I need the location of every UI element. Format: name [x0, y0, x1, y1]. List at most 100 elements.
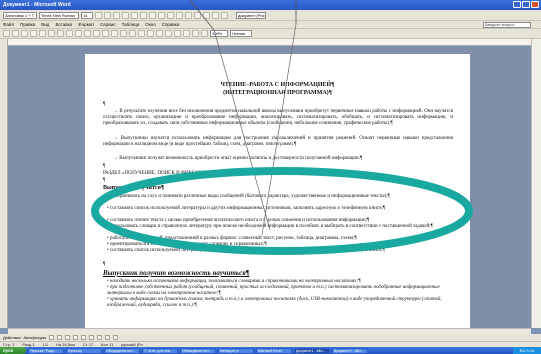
document-page[interactable]: ЧТЕНИЕ–РАБОТА С ИНФОРМАЦИЕЙ¶ (ИНТЕГРАЦИО… — [85, 54, 470, 328]
columns-icon[interactable] — [174, 30, 181, 37]
numbering-icon[interactable] — [167, 11, 174, 19]
align-center-icon[interactable] — [131, 11, 138, 19]
standard-toolbar: 100% Чтение — [0, 29, 541, 39]
taskbar-button[interactable]: Документ2 - Micr... — [332, 347, 368, 354]
title-bar: Документ1 - Microsoft Word — [0, 0, 541, 10]
taskbar-button[interactable]: Т. Чтен. для сов... — [142, 347, 178, 354]
style-combo[interactable]: Заголовок 1 + Т — [3, 11, 37, 19]
window-controls — [513, 1, 539, 8]
line-spacing-icon[interactable] — [158, 11, 165, 19]
taskbar-button[interactable]: Документ1 - Micr... — [294, 347, 330, 354]
highlight-icon[interactable] — [212, 11, 219, 19]
oval-icon[interactable] — [73, 335, 79, 340]
spelling-icon[interactable] — [66, 30, 73, 37]
font-color-icon[interactable] — [221, 11, 228, 19]
menu-help[interactable]: Справка — [162, 22, 180, 27]
menu-table[interactable]: Таблица — [122, 22, 140, 27]
hyperlink-icon[interactable] — [138, 30, 145, 37]
underline-icon[interactable] — [113, 11, 120, 19]
indent-icon[interactable] — [194, 11, 201, 19]
paste-icon[interactable] — [102, 30, 109, 37]
taskbar-button[interactable]: Метод-ие р... — [218, 347, 254, 354]
document-map-icon[interactable] — [192, 30, 199, 37]
permission-icon[interactable] — [30, 30, 37, 37]
save-icon[interactable] — [21, 30, 28, 37]
undo-icon[interactable] — [120, 30, 127, 37]
start-button[interactable]: пуск — [0, 347, 26, 354]
learn-header: Выпускник научится¶ — [103, 185, 165, 191]
list-item: • воспринимать на слух и понимать различ… — [107, 194, 390, 199]
line-color-icon[interactable] — [105, 335, 111, 340]
outdent-icon[interactable] — [185, 11, 192, 19]
font-combo[interactable]: Times New Roman — [39, 11, 79, 19]
font-color-icon[interactable] — [113, 335, 119, 340]
menu-file[interactable]: Файл — [3, 22, 14, 27]
textbox-icon[interactable] — [81, 335, 87, 340]
drawing-icon[interactable] — [183, 30, 190, 37]
vertical-scrollbar[interactable] — [531, 39, 541, 328]
bullets-icon[interactable] — [176, 11, 183, 19]
menu-edit[interactable]: Правка — [20, 22, 35, 27]
maximize-button[interactable] — [522, 1, 530, 8]
print-preview-icon[interactable] — [57, 30, 64, 37]
borders-icon[interactable] — [203, 11, 210, 19]
align-right-icon[interactable] — [140, 11, 147, 19]
line-icon[interactable] — [49, 335, 55, 340]
taskbar-button[interactable]: Обсуждение инт... — [104, 347, 140, 354]
draw-actions-menu[interactable]: Действия — [3, 335, 21, 340]
new-icon[interactable] — [3, 30, 10, 37]
email-icon[interactable] — [39, 30, 46, 37]
taskbar-button[interactable]: Пульсар "Ради... — [28, 347, 64, 354]
tables-borders-icon[interactable] — [147, 30, 154, 37]
close-button[interactable] — [531, 1, 539, 8]
taskbar-button[interactable]: Пульсар — [66, 347, 102, 354]
research-icon[interactable] — [75, 30, 82, 37]
insert-table-icon[interactable] — [156, 30, 163, 37]
formatting-toolbar: Заголовок 1 + Т Times New Roman 14 докум… — [0, 10, 541, 21]
document-map-combo[interactable]: документ (Рисо... — [236, 11, 266, 19]
align-left-icon[interactable] — [122, 11, 129, 19]
pilcrow: ¶ — [103, 262, 106, 267]
taskbar: пуск Пульсар "Ради... Пульсар Обсуждение… — [0, 347, 541, 354]
minimize-button[interactable] — [513, 1, 521, 8]
intro-paragraph: → В результате изучения всех без исключе… — [103, 109, 453, 127]
copy-icon[interactable] — [93, 30, 100, 37]
show-hide-icon[interactable] — [201, 30, 208, 37]
list-item: • использовать словари и справочную лите… — [107, 224, 433, 229]
rectangle-icon[interactable] — [65, 335, 71, 340]
arrow-icon[interactable] — [57, 335, 63, 340]
menu-view[interactable]: Вид — [41, 22, 49, 27]
pilcrow: ¶ — [103, 178, 106, 183]
menu-insert[interactable]: Вставка — [55, 22, 72, 27]
taskbar-button[interactable]: Обсуждение инт... — [180, 347, 216, 354]
menu-window[interactable]: Окно — [145, 22, 155, 27]
menu-format[interactable]: Формат — [78, 22, 94, 27]
document-area: ЧТЕНИЕ–РАБОТА С ИНФОРМАЦИЕЙ¶ (ИНТЕГРАЦИО… — [8, 46, 531, 328]
zoom-combo[interactable]: 100% — [210, 30, 228, 37]
insert-excel-icon[interactable] — [165, 30, 172, 37]
menu-tools[interactable]: Сервис — [100, 22, 115, 27]
help-search-input[interactable]: Введите вопрос — [483, 21, 531, 28]
redo-icon[interactable] — [129, 30, 136, 37]
italic-icon[interactable] — [104, 11, 111, 19]
bold-icon[interactable] — [95, 11, 102, 19]
read-button[interactable]: Чтение — [230, 30, 252, 37]
cut-icon[interactable] — [84, 30, 91, 37]
font-size-combo[interactable]: 14 — [81, 11, 93, 19]
section-heading: РАЗДЕЛ «ПОЛУЧЕНИЕ, ПОИСК И ФИКСАЦИЯ ИНФО… — [103, 171, 252, 176]
wordart-icon[interactable] — [89, 335, 95, 340]
fill-color-icon[interactable] — [97, 335, 103, 340]
autoshapes-menu[interactable]: Автофигуры — [24, 335, 47, 340]
open-icon[interactable] — [12, 30, 19, 37]
taskbar-button[interactable]: Microsoft Excel — [256, 347, 292, 354]
system-tray-clock: RU 9:15 — [513, 347, 541, 354]
format-painter-icon[interactable] — [111, 30, 118, 37]
horizontal-ruler[interactable] — [8, 39, 531, 46]
justify-icon[interactable] — [149, 11, 156, 19]
list-item: • составлять список используемой литерат… — [107, 248, 386, 253]
window-title: Документ1 - Microsoft Word — [3, 2, 71, 8]
print-icon[interactable] — [48, 30, 55, 37]
doc-title: ЧТЕНИЕ–РАБОТА С ИНФОРМАЦИЕЙ¶ — [220, 82, 335, 88]
pilcrow: ¶ — [103, 102, 106, 107]
drawing-toolbar: Действия Автофигуры — [0, 334, 541, 341]
